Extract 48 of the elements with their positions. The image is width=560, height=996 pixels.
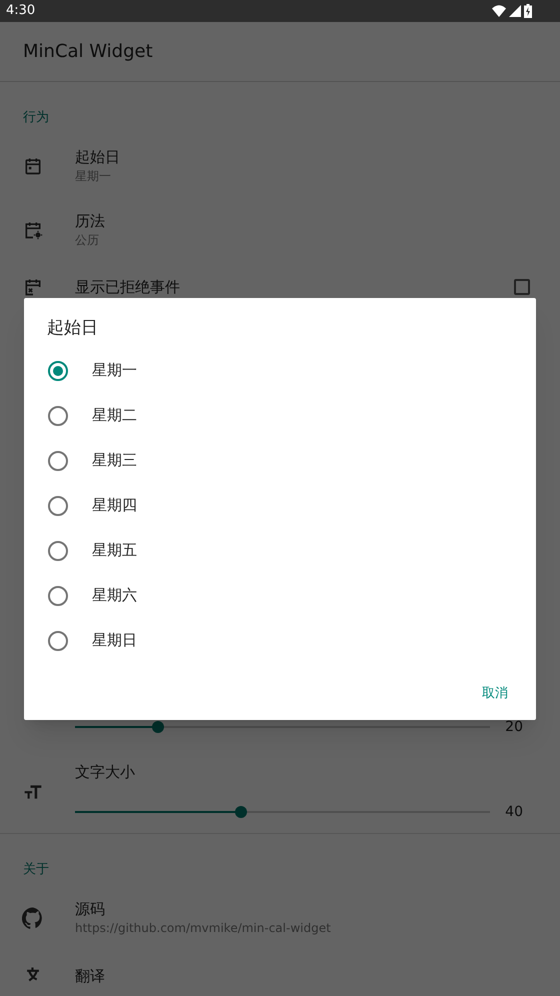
calendar-sun-icon: [22, 220, 42, 240]
calendar-icon: [22, 156, 42, 176]
slider-thumb[interactable]: [235, 806, 247, 818]
option-label: 星期一: [92, 360, 137, 382]
item-title: 翻译: [75, 966, 105, 986]
option-label: 星期四: [92, 495, 137, 516]
item-title: 历法: [75, 211, 105, 231]
slider-value: 40: [505, 802, 523, 822]
radio-option[interactable]: 星期四: [24, 483, 536, 528]
radio-option[interactable]: 星期六: [24, 573, 536, 618]
section-header: 行为: [23, 110, 49, 125]
calendar-x-icon: [22, 277, 42, 297]
app-title: MinCal Widget: [23, 40, 153, 64]
github-icon: [22, 907, 44, 929]
radio-button[interactable]: [48, 630, 68, 650]
radio-option[interactable]: 星期三: [24, 438, 536, 483]
signal-icon: [509, 5, 521, 17]
slider[interactable]: [75, 806, 490, 818]
radio-button[interactable]: [48, 496, 68, 516]
slider-thumb[interactable]: [152, 721, 164, 733]
option-label: 星期六: [92, 585, 137, 606]
item-title: 文字大小: [75, 762, 136, 784]
radio-button[interactable]: [48, 586, 68, 606]
checkbox[interactable]: [514, 279, 530, 295]
item-title: 显示已拒绝事件: [75, 276, 180, 298]
dialog-title: 起始日: [47, 318, 98, 338]
translate-icon: [26, 966, 40, 982]
radio-button[interactable]: [48, 360, 68, 380]
radio-option[interactable]: 星期二: [24, 393, 536, 438]
radio-button[interactable]: [48, 406, 68, 426]
option-label: 星期二: [92, 405, 137, 426]
item-title: 源码: [75, 899, 106, 919]
section-header: 关于: [23, 862, 49, 877]
slider-value: 20: [505, 718, 523, 736]
radio-option[interactable]: 星期一: [24, 348, 536, 393]
radio-button[interactable]: [48, 540, 68, 560]
radio-option[interactable]: 星期五: [24, 528, 536, 573]
cancel-button[interactable]: 取消: [470, 676, 520, 712]
wifi-icon: [492, 5, 506, 17]
radio-button[interactable]: [48, 450, 68, 470]
battery-icon: [524, 4, 532, 18]
option-label: 星期日: [92, 630, 137, 652]
option-label: 星期三: [92, 450, 137, 472]
slider[interactable]: [75, 721, 490, 733]
item-title: 起始日: [75, 147, 120, 167]
option-label: 星期五: [92, 540, 137, 562]
radio-option[interactable]: 星期日: [24, 618, 536, 663]
status-time: 4:30: [6, 2, 36, 20]
